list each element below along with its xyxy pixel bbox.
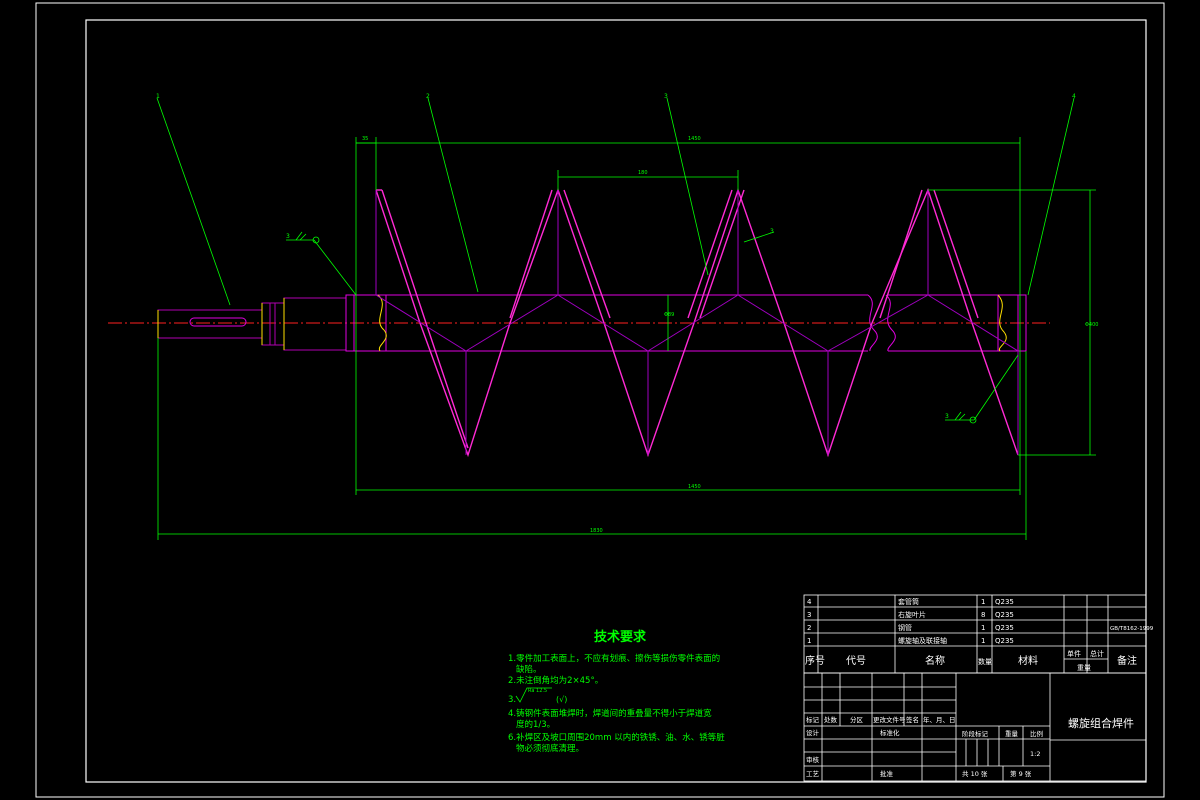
approve-label: 批准 (880, 769, 894, 778)
sheet-number: 第 9 张 (1010, 769, 1032, 778)
header-total: 总计 (1090, 649, 1104, 658)
balloon-4: 4 (1072, 93, 1076, 100)
weld-label-mid: 3 (770, 228, 774, 235)
balloon-3: 3 (664, 93, 668, 100)
header-code: 代号 (846, 655, 866, 667)
dim-bottom-inner: 1450 (688, 484, 701, 490)
part-no: 4 (807, 598, 812, 606)
scale-value: 1:2 (1030, 750, 1040, 758)
part-qty: 1 (981, 637, 985, 645)
dim-pitch: 180 (638, 170, 648, 176)
dim-top-small: 35 (362, 136, 368, 142)
part-qty: 1 (981, 624, 985, 632)
weld-symbol-left (295, 231, 307, 241)
tech-req-line: 1.零件加工表面上，不应有划痕、擦伤等损伤零件表面的 (508, 653, 720, 664)
tech-req-line: 缺陷。 (516, 664, 542, 675)
roughness-suffix: (√) (556, 695, 567, 704)
part-name: 螺旋轴及联接轴 (898, 636, 947, 645)
shaft-yellow-edges (157, 298, 285, 350)
rev-label: 更改文件号 (873, 715, 906, 724)
scale-label: 比例 (1030, 729, 1043, 738)
weld-label-left: 3 (286, 233, 290, 240)
stage-mark-label: 阶段标记 (962, 729, 989, 738)
title-block-text: 标记 处数 分区 更改文件号 签名 年、月、日 设计 标准化 审核 工艺 批准 … (806, 715, 1043, 778)
rev-label: 年、月、日 (923, 715, 956, 724)
part-name: 钢管 (898, 623, 912, 632)
weld-symbol-right (954, 411, 966, 421)
rev-label: 分区 (850, 715, 864, 724)
part-no: 1 (807, 637, 811, 645)
review-label: 审核 (806, 755, 820, 764)
header-no: 序号 (805, 654, 825, 667)
tech-req-line: 2.未注倒角均为2×45°。 (508, 675, 603, 686)
tech-req-line: 6.补焊区及坡口周围20mm 以内的铁锈、油、水、锈等脏 (508, 732, 725, 743)
balloon-1: 1 (156, 93, 160, 100)
header-name: 名称 (925, 654, 945, 667)
part-qty: 8 (981, 611, 985, 619)
weld-label-right: 3 (945, 413, 949, 420)
part-name: 套管筒 (898, 597, 919, 606)
header-unit: 单件 (1067, 649, 1081, 658)
rev-label: 标记 (806, 715, 820, 724)
header-material: 材料 (1018, 654, 1038, 667)
part-note: GB/T8162-1999 (1110, 626, 1154, 632)
leader-lines (156, 97, 1075, 421)
header-weight: 重量 (1077, 664, 1091, 672)
tech-req-line: 4.铸钢件表面堆焊时，焊道间的重叠量不得小于焊道宽 (508, 708, 712, 719)
tech-req-lines: 1.零件加工表面上，不应有划痕、擦伤等损伤零件表面的 缺陷。 2.未注倒角均为2… (508, 653, 725, 754)
part-material: Q235 (995, 624, 1014, 632)
part-name: 右旋叶片 (898, 610, 926, 619)
process-label: 工艺 (806, 770, 820, 778)
dim-top-overall: 1450 (688, 136, 701, 142)
dim-bottom-overall: 1830 (590, 528, 603, 534)
part-material: Q235 (995, 611, 1014, 619)
sheet-count: 共 10 张 (962, 769, 988, 778)
drawing-canvas: 1 2 3 4 3 3 3 35 1450 180 Φ89 Φ400 1450 … (35, 2, 1165, 798)
tech-req-line: 3. (508, 695, 516, 705)
part-material: Q235 (995, 598, 1014, 606)
design-label: 设计 (806, 728, 820, 737)
balloon-2: 2 (426, 93, 430, 100)
part-no: 2 (807, 624, 811, 632)
header-qty: 数量 (978, 657, 992, 666)
parts-table-text: 4 套管筒 1 Q235 3 右旋叶片 8 Q235 2 钢管 1 Q235 1… (807, 597, 1154, 645)
dim-flight-dia: Φ400 (1085, 322, 1098, 328)
tech-req-line: 物必须彻底清理。 (516, 743, 584, 754)
dim-shaft-dia: Φ89 (664, 312, 674, 318)
part-no: 3 (807, 611, 811, 619)
connecting-shaft (157, 297, 347, 351)
part-material: Q235 (995, 637, 1014, 645)
tech-req-line: 度的1/3。 (516, 719, 555, 730)
standardize-label: 标准化 (880, 728, 900, 737)
rev-label: 处数 (824, 715, 838, 724)
weight-label: 重量 (1005, 730, 1019, 738)
part-qty: 1 (981, 598, 985, 606)
rev-label: 签名 (906, 715, 919, 724)
tech-req-title: 技术要求 (594, 629, 647, 645)
roughness-value: Ra 12.5 (528, 688, 547, 694)
drawing-name: 螺旋组合焊件 (1068, 716, 1134, 730)
header-note: 备注 (1117, 654, 1137, 667)
